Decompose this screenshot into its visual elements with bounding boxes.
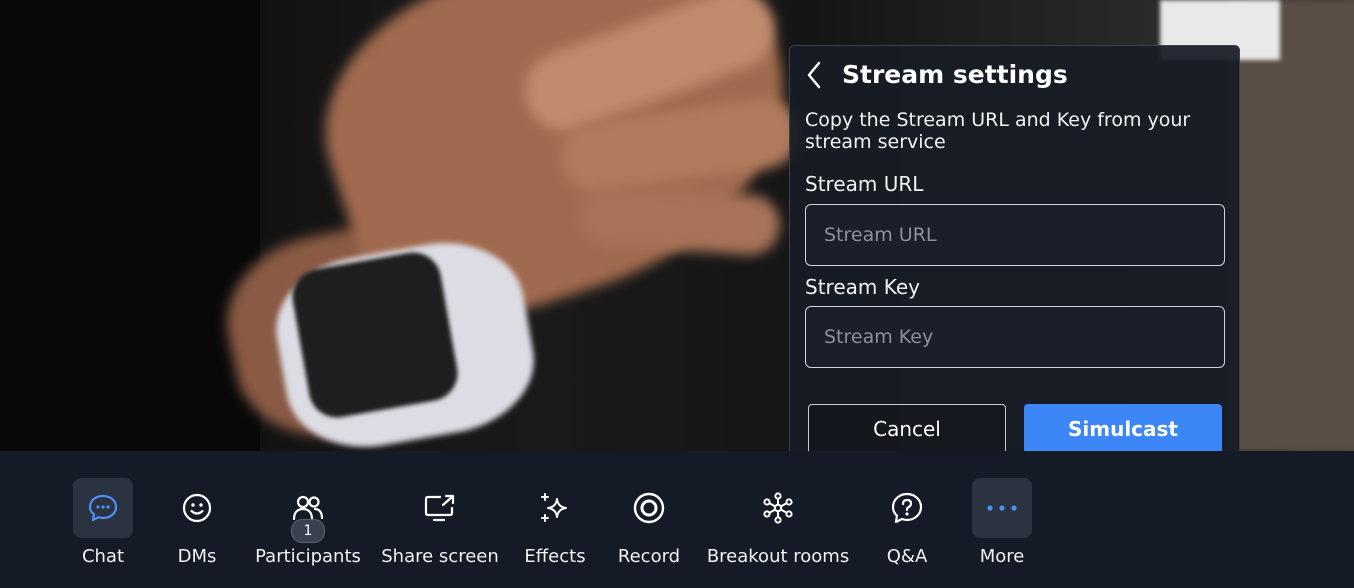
effects-button[interactable]: Effects — [524, 478, 586, 578]
more-dots-icon — [987, 505, 1017, 511]
breakout-icon-wrap — [748, 478, 808, 538]
qa-label: Q&A — [886, 546, 928, 567]
chevron-left-icon — [807, 61, 821, 89]
meeting-toolbar: Chat DMs 1 Participants Share screen Eff… — [0, 451, 1354, 588]
panel-description: Copy the Stream URL and Key from your st… — [805, 109, 1191, 153]
record-button[interactable]: Record — [618, 478, 680, 578]
effects-icon-wrap — [525, 478, 585, 538]
simulcast-button[interactable]: Simulcast — [1024, 404, 1222, 454]
back-button[interactable] — [802, 60, 826, 90]
participants-count-badge: 1 — [291, 519, 325, 543]
participants-button[interactable]: 1 Participants — [255, 478, 361, 578]
share-screen-icon — [424, 494, 455, 522]
record-label: Record — [617, 546, 681, 567]
share-screen-label: Share screen — [381, 546, 499, 567]
dms-label: DMs — [177, 546, 217, 567]
question-icon — [891, 492, 923, 524]
chat-icon-wrap — [73, 478, 133, 538]
more-icon-wrap — [972, 478, 1032, 538]
video-shape — [1230, 0, 1354, 451]
participants-label: Participants — [255, 546, 361, 567]
stream-settings-panel: Stream settings Copy the Stream URL and … — [789, 45, 1240, 466]
panel-title: Stream settings — [842, 60, 1068, 89]
share-screen-button[interactable]: Share screen — [381, 478, 499, 578]
breakout-rooms-label: Breakout rooms — [706, 546, 850, 567]
stream-url-label: Stream URL — [805, 172, 924, 196]
video-shape — [0, 0, 260, 451]
chat-label: Chat — [81, 546, 125, 567]
cancel-button[interactable]: Cancel — [808, 404, 1006, 454]
more-label: More — [979, 546, 1025, 567]
video-shape — [288, 248, 462, 422]
record-icon — [633, 492, 665, 524]
sparkle-icon — [541, 493, 567, 522]
breakout-rooms-button[interactable]: Breakout rooms — [706, 478, 850, 578]
stream-key-input[interactable] — [805, 306, 1225, 368]
qa-button[interactable]: Q&A — [876, 478, 938, 578]
qa-icon-wrap — [877, 478, 937, 538]
breakout-icon — [763, 492, 793, 524]
more-button[interactable]: More — [971, 478, 1033, 578]
smiley-icon — [182, 493, 212, 523]
stream-key-label: Stream Key — [805, 275, 920, 299]
record-icon-wrap — [619, 478, 679, 538]
stream-url-input[interactable] — [805, 204, 1225, 266]
chat-button[interactable]: Chat — [72, 478, 134, 578]
effects-label: Effects — [524, 546, 586, 567]
dms-button[interactable]: DMs — [166, 478, 228, 578]
share-screen-icon-wrap — [410, 478, 470, 538]
chat-bubble-icon — [88, 494, 118, 522]
dms-icon-wrap — [167, 478, 227, 538]
